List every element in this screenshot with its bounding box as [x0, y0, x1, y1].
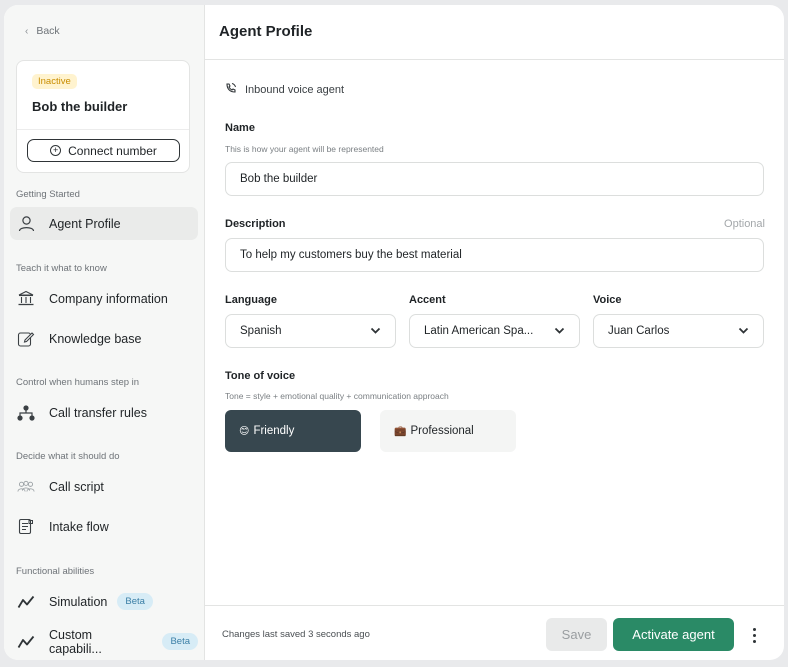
building-icon: [17, 290, 35, 308]
language-label: Language: [225, 294, 277, 306]
activate-agent-button[interactable]: Activate agent: [613, 618, 734, 651]
edit-note-icon: [17, 330, 35, 348]
name-input[interactable]: Bob the builder: [225, 162, 764, 196]
voice-value: Juan Carlos: [608, 325, 670, 337]
beta-badge: Beta: [117, 593, 153, 610]
status-badge: Inactive: [32, 74, 77, 89]
sidebar-item-agent-profile[interactable]: Agent Profile: [10, 207, 198, 240]
phone-wave-icon: [225, 82, 237, 97]
kebab-dot: [752, 627, 756, 631]
document-icon: [17, 518, 35, 536]
sidebar-item-intake-flow[interactable]: Intake flow: [10, 510, 198, 543]
optional-label: Optional: [724, 218, 765, 230]
sidebar-item-label: Call transfer rules: [49, 405, 147, 420]
back-label: Back: [36, 25, 60, 37]
chevron-left-icon: ‹: [25, 25, 29, 37]
sidebar-item-call-transfer-rules[interactable]: Call transfer rules: [10, 396, 198, 429]
description-input[interactable]: To help my customers buy the best materi…: [225, 238, 764, 272]
sidebar-item-label: Intake flow: [49, 519, 109, 534]
tone-option-friendly[interactable]: 😊 Friendly: [225, 410, 361, 452]
agent-card: Inactive Bob the builder + Connect numbe…: [16, 60, 190, 173]
chevron-down-icon: [738, 325, 749, 337]
more-options-icon[interactable]: [746, 623, 762, 647]
agent-name: Bob the builder: [32, 99, 128, 114]
kebab-dot: [752, 639, 756, 643]
footer-bar: Changes last saved 3 seconds ago Save Ac…: [205, 605, 784, 660]
app-window: ‹ Back Inactive Bob the builder + Connec…: [4, 5, 784, 660]
section-functional: Functional abilities: [16, 566, 95, 577]
tone-help: Tone = style + emotional quality + commu…: [225, 391, 449, 401]
sidebar-item-company-information[interactable]: Company information: [10, 282, 198, 315]
tone-option-label: Friendly: [253, 425, 295, 437]
chevron-down-icon: [370, 325, 381, 337]
page-title: Agent Profile: [219, 23, 313, 40]
name-label: Name: [225, 122, 255, 134]
tone-label: Tone of voice: [225, 370, 296, 382]
agent-type: Inbound voice agent: [225, 82, 344, 97]
section-control: Control when humans step in: [16, 377, 140, 388]
sidebar-item-label: Knowledge base: [49, 331, 142, 346]
sidebar-item-label: Agent Profile: [49, 216, 121, 231]
save-button[interactable]: Save: [546, 618, 607, 651]
section-getting-started: Getting Started: [16, 189, 80, 200]
name-value: Bob the builder: [240, 173, 318, 185]
name-help: This is how your agent will be represent…: [225, 144, 384, 154]
people-group-icon: [17, 478, 35, 496]
sidebar-item-label: Call script: [49, 479, 104, 494]
beta-badge: Beta: [162, 633, 198, 650]
description-label: Description: [225, 218, 286, 230]
connect-number-button[interactable]: + Connect number: [27, 139, 180, 162]
main-panel: Agent Profile Inbound voice agent Name T…: [205, 5, 784, 660]
sidebar-item-simulation[interactable]: Simulation Beta: [10, 585, 198, 618]
voice-label: Voice: [593, 294, 622, 306]
card-divider: [17, 129, 189, 130]
trend-line-icon: [17, 593, 35, 611]
briefcase-emoji-icon: 💼: [394, 425, 407, 437]
language-value: Spanish: [240, 325, 282, 337]
agent-type-label: Inbound voice agent: [245, 83, 345, 96]
page-header: Agent Profile: [205, 5, 784, 60]
plus-circle-icon: +: [50, 145, 62, 156]
language-select[interactable]: Spanish: [225, 314, 396, 348]
smile-emoji-icon: 😊: [239, 425, 250, 437]
user-icon: [17, 215, 35, 233]
connect-number-label: Connect number: [68, 143, 157, 158]
sidebar-item-label: Simulation: [49, 594, 108, 609]
accent-label: Accent: [409, 294, 446, 306]
voice-select[interactable]: Juan Carlos: [593, 314, 764, 348]
hierarchy-icon: [17, 404, 35, 422]
sidebar-item-label: Company information: [49, 291, 168, 306]
section-teach: Teach it what to know: [16, 263, 107, 274]
accent-select[interactable]: Latin American Spa...: [409, 314, 580, 348]
kebab-dot: [752, 633, 756, 637]
sidebar: ‹ Back Inactive Bob the builder + Connec…: [4, 5, 205, 660]
section-decide: Decide what it should do: [16, 451, 120, 462]
sidebar-item-custom-capabilities[interactable]: Custom capabili... Beta: [10, 625, 198, 658]
trend-line-icon: [17, 633, 35, 651]
back-link[interactable]: ‹ Back: [25, 25, 60, 37]
tone-option-label: Professional: [410, 425, 474, 437]
description-value: To help my customers buy the best materi…: [240, 249, 462, 261]
sidebar-item-label: Custom capabili...: [49, 627, 102, 656]
sidebar-item-call-script[interactable]: Call script: [10, 470, 198, 503]
accent-value: Latin American Spa...: [424, 325, 534, 337]
chevron-down-icon: [554, 325, 565, 337]
sidebar-item-knowledge-base[interactable]: Knowledge base: [10, 322, 198, 355]
tone-option-professional[interactable]: 💼 Professional: [380, 410, 516, 452]
save-status: Changes last saved 3 seconds ago: [222, 629, 370, 640]
